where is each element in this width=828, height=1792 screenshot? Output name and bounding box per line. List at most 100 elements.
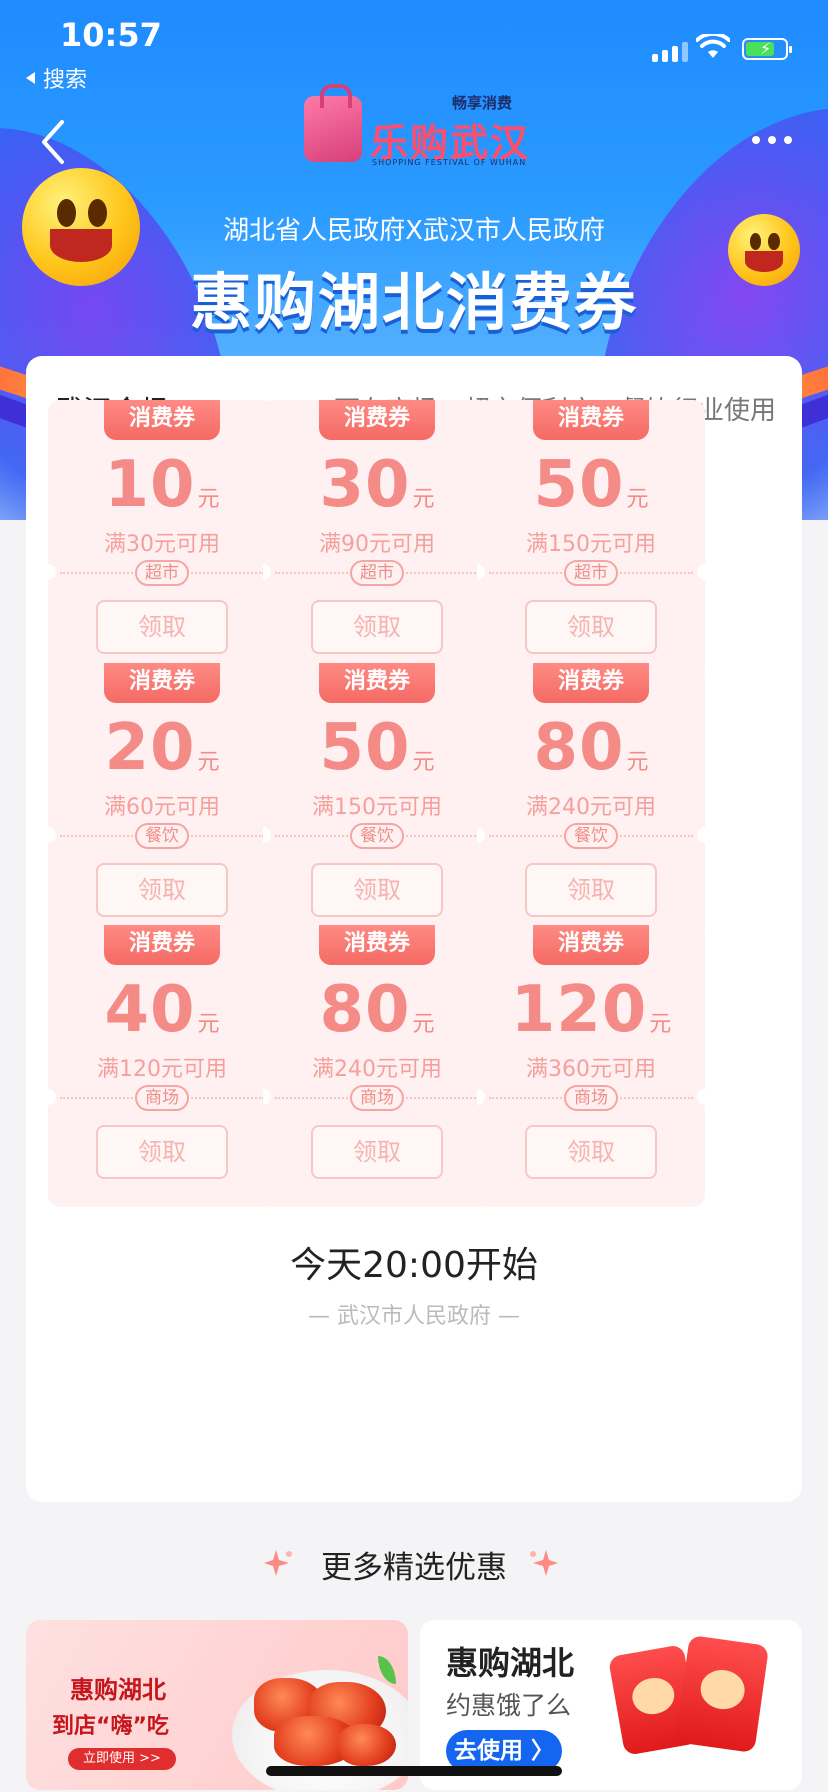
coupon-notch	[263, 564, 271, 580]
coupon-value: 50	[319, 711, 411, 785]
coupon-category-badge: 超市	[350, 560, 404, 586]
back-triangle-icon	[26, 72, 35, 84]
coupon-notch	[477, 827, 485, 843]
coupon-category-badge: 商场	[135, 1085, 189, 1111]
coupon-condition: 满120元可用	[97, 1057, 227, 1082]
wifi-icon	[696, 34, 730, 58]
shopping-festival-logo: 畅享消费 乐购武汉 SHOPPING FESTIVAL OF WUHAN	[300, 84, 530, 176]
coupon-value: 120	[510, 973, 648, 1047]
coupon-condition: 满30元可用	[104, 532, 220, 557]
coupon-item: 消费券 80元 满240元可用 商场 领取	[263, 925, 491, 1207]
organizer-line: 湖北省人民政府X武汉市人民政府	[223, 216, 605, 246]
coupon-amount: 20元	[48, 711, 276, 785]
sparkle-icon	[530, 1550, 558, 1576]
promo-line-2: 到店“嗨”吃	[52, 1714, 169, 1739]
coupon-item: 消费券 30元 满90元可用 超市 领取	[263, 400, 491, 682]
coupon-ribbon: 消费券	[319, 663, 435, 703]
eleme-promo-banner[interactable]: 惠购湖北 约惠饿了么 去使用 〉	[420, 1620, 802, 1790]
coupon-category-badge: 超市	[564, 560, 618, 586]
coupon-notch	[48, 827, 56, 843]
coupon-condition: 满90元可用	[319, 532, 435, 557]
coupon-unit: 元	[412, 1012, 435, 1037]
home-indicator	[266, 1766, 562, 1776]
claim-button[interactable]: 领取	[96, 600, 228, 654]
coupon-category-badge: 超市	[135, 560, 189, 586]
coupon-item: 消费券 120元 满360元可用 商场 领取	[477, 925, 705, 1207]
coupon-notch	[697, 564, 705, 580]
coupon-ribbon: 消费券	[533, 400, 649, 440]
coupon-item: 消费券 10元 满30元可用 超市 领取	[48, 400, 276, 682]
page-title: 惠购湖北消费券	[189, 266, 638, 339]
coupon-notch	[48, 1089, 56, 1105]
dine-in-promo-banner[interactable]: 惠购湖北 到店“嗨”吃 立即使用 >>	[26, 1620, 408, 1790]
coupon-unit: 元	[649, 1012, 672, 1037]
coupon-category-badge: 餐饮	[135, 823, 189, 849]
claim-button[interactable]: 领取	[311, 863, 443, 917]
battery-charging-icon: ⚡	[742, 38, 792, 60]
cellular-signal-icon	[652, 42, 688, 62]
promo-title: 惠购湖北	[446, 1644, 575, 1682]
coupon-category-badge: 商场	[564, 1085, 618, 1111]
coupon-amount: 10元	[48, 448, 276, 522]
coupon-value: 50	[533, 448, 625, 522]
coupon-condition: 满150元可用	[312, 795, 442, 820]
claim-button[interactable]: 领取	[525, 863, 657, 917]
leaf-icon	[378, 1656, 396, 1684]
coupon-notch	[697, 827, 705, 843]
claim-button[interactable]: 领取	[311, 1125, 443, 1179]
coupon-condition: 满60元可用	[104, 795, 220, 820]
coupon-amount: 80元	[263, 973, 491, 1047]
coupon-amount: 50元	[477, 448, 705, 522]
promo-line-1: 惠购湖北	[70, 1676, 166, 1704]
coupon-value: 40	[104, 973, 196, 1047]
coupon-amount: 40元	[48, 973, 276, 1047]
back-to-app-link[interactable]: 搜索	[26, 62, 87, 94]
coupon-amount: 80元	[477, 711, 705, 785]
use-now-button[interactable]: 立即使用 >>	[68, 1748, 176, 1770]
coupon-value: 20	[104, 711, 196, 785]
coupon-ribbon: 消费券	[319, 925, 435, 965]
coupon-unit: 元	[626, 487, 649, 512]
coupon-value: 10	[104, 448, 196, 522]
coupon-unit: 元	[412, 750, 435, 775]
coupon-value: 30	[319, 448, 411, 522]
logo-subtitle: SHOPPING FESTIVAL OF WUHAN	[372, 158, 527, 167]
coupon-notch	[263, 1089, 271, 1105]
coupon-value: 80	[319, 973, 411, 1047]
coupon-notch	[477, 564, 485, 580]
claim-button[interactable]: 领取	[96, 863, 228, 917]
shopping-bag-icon	[304, 84, 362, 162]
coupon-amount: 120元	[477, 973, 705, 1047]
coupon-notch	[263, 827, 271, 843]
logo-tagline: 畅享消费	[452, 94, 513, 112]
coupon-notch	[477, 1089, 485, 1105]
coupon-value: 80	[533, 711, 625, 785]
claim-button[interactable]: 领取	[525, 600, 657, 654]
back-app-label: 搜索	[43, 68, 88, 93]
claim-button[interactable]: 领取	[311, 600, 443, 654]
start-time-notice: 今天20:00开始	[290, 1245, 538, 1286]
claim-button[interactable]: 领取	[96, 1125, 228, 1179]
claim-button[interactable]: 领取	[525, 1125, 657, 1179]
coupon-unit: 元	[197, 1012, 220, 1037]
coupon-category-badge: 商场	[350, 1085, 404, 1111]
coupon-unit: 元	[197, 750, 220, 775]
coupon-unit: 元	[626, 750, 649, 775]
coupon-ribbon: 消费券	[533, 925, 649, 965]
coupon-notch	[48, 564, 56, 580]
status-bar: 10:57 搜索 ⚡	[0, 0, 828, 93]
coupon-item: 消费券 80元 满240元可用 餐饮 领取	[477, 663, 705, 945]
coupon-ribbon: 消费券	[319, 400, 435, 440]
coupon-item: 消费券 50元满150元可用 超市领取	[477, 400, 705, 682]
coupon-item: 消费券 50元 满150元可用 餐饮 领取	[263, 663, 491, 945]
back-chevron-icon[interactable]	[38, 118, 68, 166]
coupon-amount: 50元	[263, 711, 491, 785]
status-time: 10:57	[60, 16, 162, 54]
more-deals-title: 更多精选优惠	[321, 1550, 507, 1586]
coupon-category-badge: 餐饮	[564, 823, 618, 849]
coupon-item: 消费券 20元 满60元可用 餐饮 领取	[48, 663, 276, 945]
red-envelope-icon	[674, 1634, 770, 1754]
more-options-icon[interactable]	[752, 136, 792, 144]
coupon-item: 消费券 40元 满120元可用 商场 领取	[48, 925, 276, 1207]
coupon-condition: 满150元可用	[526, 532, 656, 557]
